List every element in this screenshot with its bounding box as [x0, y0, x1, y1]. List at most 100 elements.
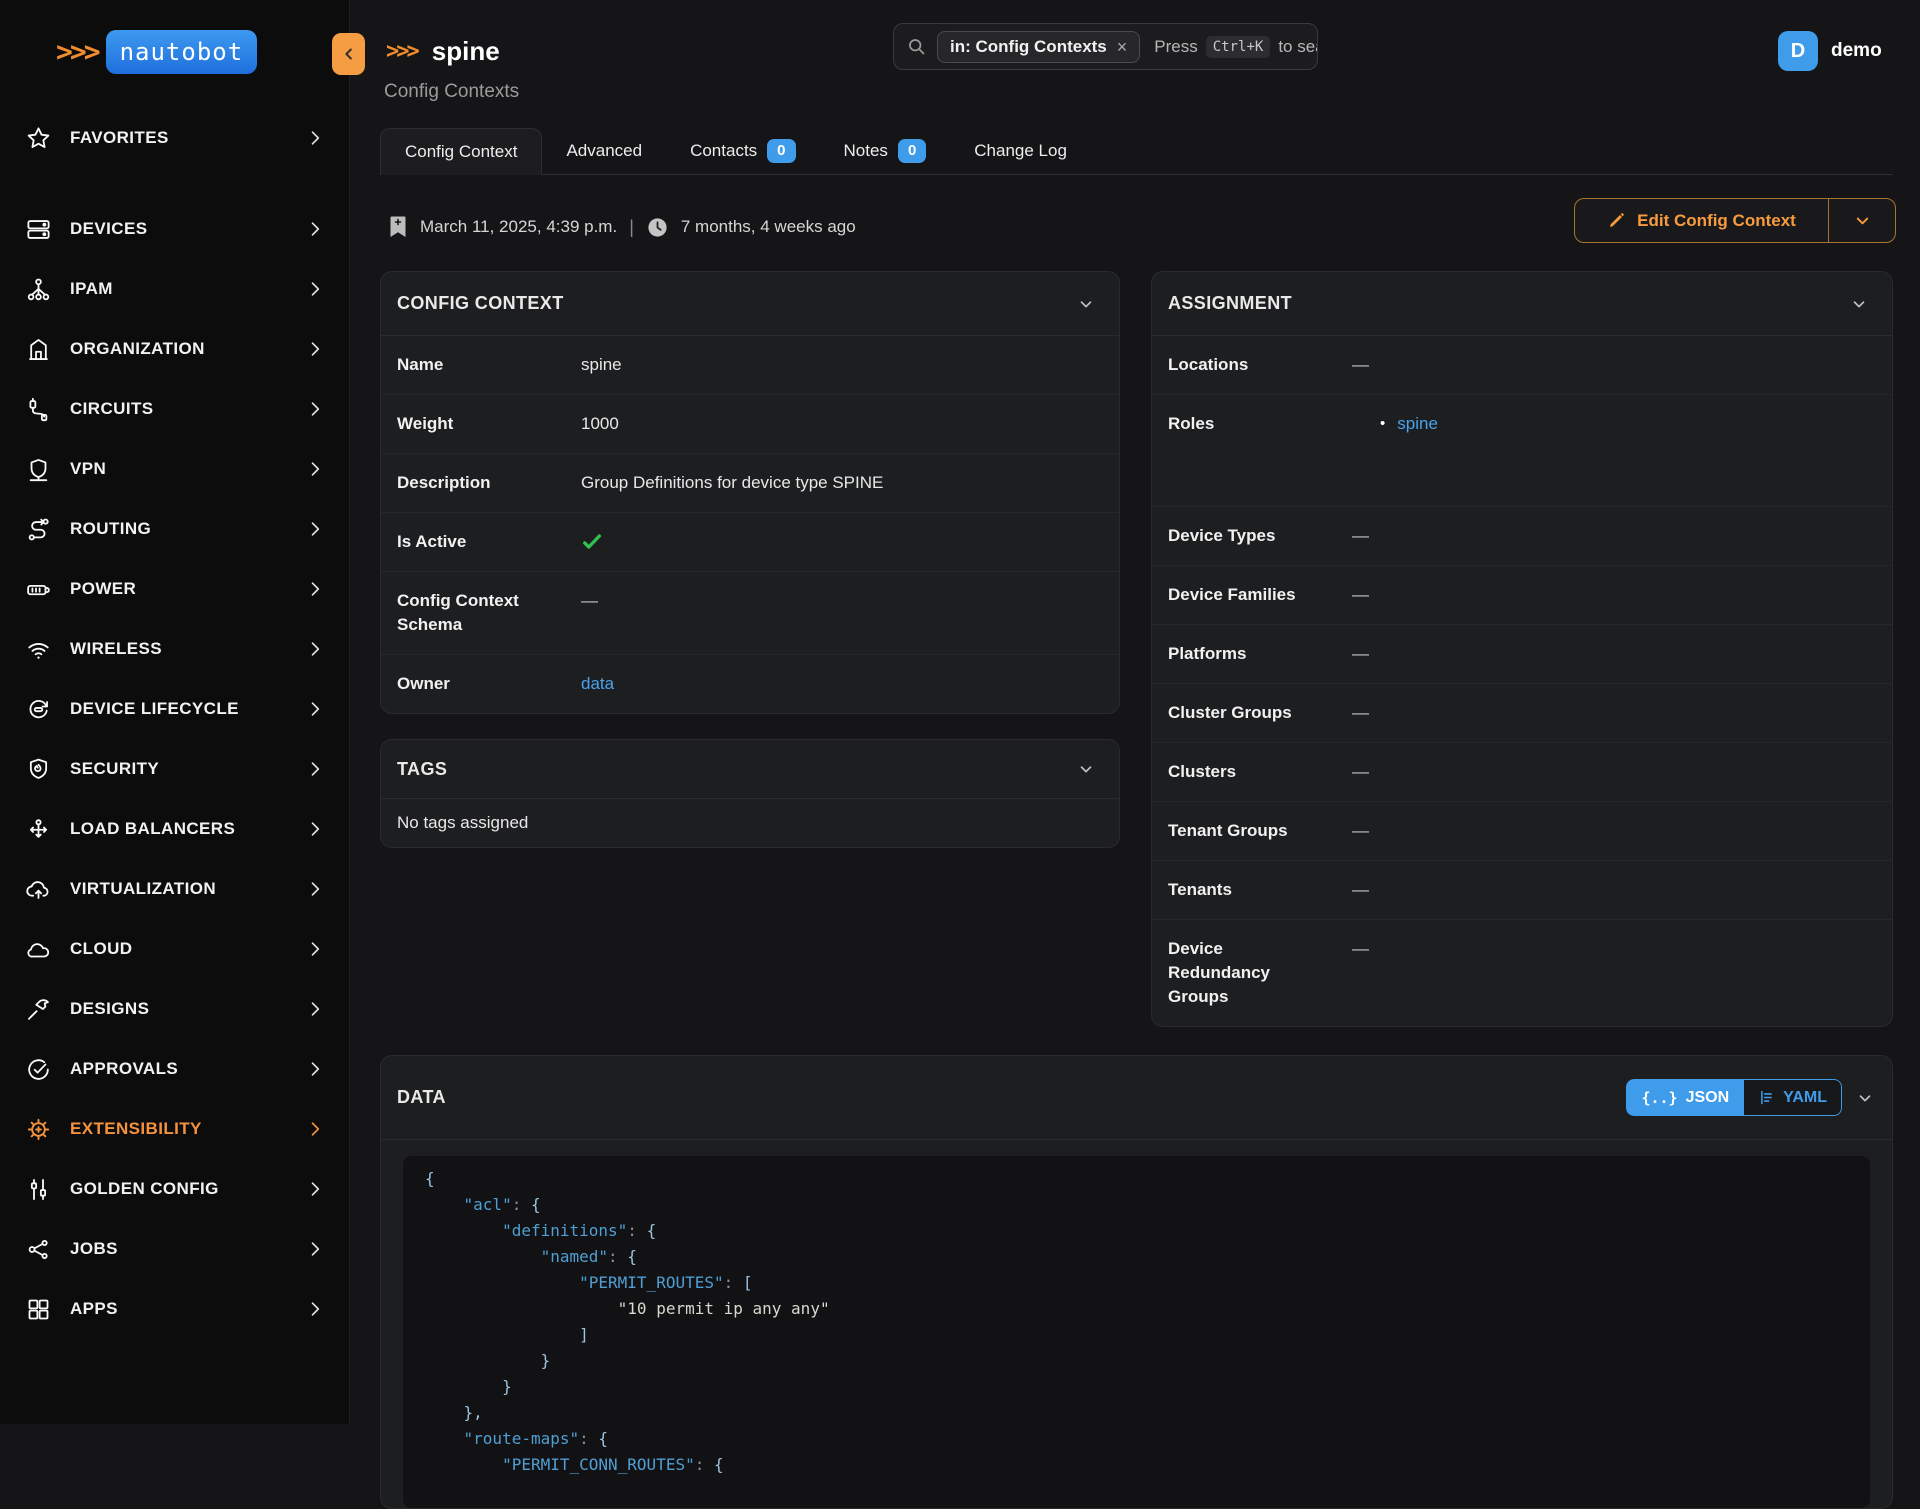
- sidebar-item-devices[interactable]: DEVICES: [0, 199, 349, 259]
- sidebar-item-jobs[interactable]: JOBS: [0, 1219, 349, 1279]
- sidebar-item-routing[interactable]: ROUTING: [0, 499, 349, 559]
- sidebar-item-designs[interactable]: DESIGNS: [0, 979, 349, 1039]
- panel-title: ASSIGNMENT: [1168, 293, 1292, 314]
- shield-flame-icon: [25, 756, 52, 783]
- wifi-icon: [25, 636, 52, 663]
- grid-icon: [25, 1296, 52, 1323]
- field-label: Locations: [1168, 353, 1352, 377]
- sidebar-collapse-button[interactable]: [332, 33, 365, 75]
- field-value: —: [1352, 701, 1369, 725]
- sidebar-item-load-balancers[interactable]: LOAD BALANCERS: [0, 799, 349, 859]
- chevron-right-icon: [305, 699, 325, 719]
- edit-dropdown-toggle[interactable]: [1828, 199, 1895, 242]
- field-value: —: [1352, 878, 1369, 902]
- sidebar-item-label: DESIGNS: [70, 999, 149, 1019]
- code-line: "route-maps": {: [425, 1426, 1870, 1452]
- sidebar-item-power[interactable]: POWER: [0, 559, 349, 619]
- chevron-left-icon: [340, 45, 358, 63]
- sidebar-item-circuits[interactable]: CIRCUITS: [0, 379, 349, 439]
- pencil-icon: [1607, 211, 1626, 230]
- chevron-down-icon[interactable]: [1077, 760, 1095, 778]
- sidebar-item-label: LOAD BALANCERS: [70, 819, 235, 839]
- chevron-right-icon: [305, 819, 325, 839]
- tab-change-log[interactable]: Change Log: [950, 128, 1091, 174]
- sidebar-item-cloud[interactable]: CLOUD: [0, 919, 349, 979]
- shield-network-icon: [25, 456, 52, 483]
- nodes-icon: [25, 1236, 52, 1263]
- field-row-is-active: Is Active: [381, 513, 1119, 572]
- field-label: Device Families: [1168, 583, 1352, 607]
- field-row-clusters: Clusters —: [1152, 743, 1892, 802]
- chevron-right-icon: [305, 1059, 325, 1079]
- sidebar-item-extensibility[interactable]: EXTENSIBILITY: [0, 1099, 349, 1159]
- search-filter-label: in: Config Contexts: [950, 37, 1107, 57]
- role-link[interactable]: spine: [1397, 412, 1438, 436]
- field-row-description: Description Group Definitions for device…: [381, 454, 1119, 513]
- field-label: Owner: [397, 672, 581, 696]
- chip-close-icon[interactable]: ×: [1117, 38, 1128, 56]
- owner-link[interactable]: data: [581, 674, 614, 693]
- network-tree-icon: [25, 276, 52, 303]
- sidebar-item-label: WIRELESS: [70, 639, 162, 659]
- code-line: "PERMIT_ROUTES": [: [425, 1270, 1870, 1296]
- panel-title: TAGS: [397, 759, 447, 780]
- sidebar-item-wireless[interactable]: WIRELESS: [0, 619, 349, 679]
- field-label: Tenants: [1168, 878, 1352, 902]
- sidebar-nav: FAVORITES DEVICES IPAM ORGANIZATION CIRC…: [0, 108, 349, 1339]
- created-date: March 11, 2025, 4:39 p.m.: [420, 217, 617, 237]
- field-value: —: [1352, 524, 1369, 548]
- field-value: —: [1352, 583, 1369, 607]
- sidebar-item-golden-config[interactable]: GOLDEN CONFIG: [0, 1159, 349, 1219]
- field-row-owner: Owner data: [381, 655, 1119, 713]
- config-context-panel: CONFIG CONTEXT Name spine Weight 1000 De…: [380, 271, 1120, 714]
- sidebar-item-favorites[interactable]: FAVORITES: [0, 108, 349, 168]
- global-search-input[interactable]: in: Config Contexts × Press Ctrl+K to se…: [893, 23, 1318, 70]
- chevron-right-icon: [305, 279, 325, 299]
- tab-label: Advanced: [566, 141, 642, 161]
- sidebar-item-approvals[interactable]: APPROVALS: [0, 1039, 349, 1099]
- sidebar-item-label: ORGANIZATION: [70, 339, 205, 359]
- sidebar-item-label: GOLDEN CONFIG: [70, 1179, 219, 1199]
- code-line: {: [425, 1166, 1870, 1192]
- sidebar-item-label: VIRTUALIZATION: [70, 879, 216, 899]
- sidebar-item-organization[interactable]: ORGANIZATION: [0, 319, 349, 379]
- tab-notes[interactable]: Notes0: [820, 128, 951, 174]
- sidebar-item-label: EXTENSIBILITY: [70, 1119, 202, 1139]
- chevron-down-icon[interactable]: [1850, 295, 1868, 313]
- breadcrumb-parent[interactable]: Config Contexts: [384, 81, 519, 103]
- field-label: Platforms: [1168, 642, 1352, 666]
- yaml-format-button[interactable]: YAML: [1744, 1079, 1842, 1116]
- meta-separator: |: [629, 217, 634, 238]
- sidebar-item-security[interactable]: SECURITY: [0, 739, 349, 799]
- json-format-button[interactable]: {..} JSON: [1626, 1079, 1744, 1116]
- sidebar-item-apps[interactable]: APPS: [0, 1279, 349, 1339]
- sidebar-item-vpn[interactable]: VPN: [0, 439, 349, 499]
- lifecycle-icon: [25, 696, 52, 723]
- tab-config-context[interactable]: Config Context: [380, 128, 542, 175]
- sidebar-item-device-lifecycle[interactable]: DEVICE LIFECYCLE: [0, 679, 349, 739]
- user-menu[interactable]: D demo: [1778, 31, 1882, 71]
- field-row-device-types: Device Types —: [1152, 507, 1892, 566]
- notes-count-badge: 0: [898, 139, 926, 163]
- chevron-right-icon: [305, 1179, 325, 1199]
- tab-advanced[interactable]: Advanced: [542, 128, 666, 174]
- code-line: "definitions": {: [425, 1218, 1870, 1244]
- field-value: —: [1352, 937, 1369, 1009]
- main-content: CONFIG CONTEXT Name spine Weight 1000 De…: [380, 271, 1893, 1509]
- chevron-down-icon[interactable]: [1077, 295, 1095, 313]
- code-line: "PERMIT_CONN_ROUTES": {: [425, 1452, 1870, 1478]
- cloud-upload-icon: [25, 876, 52, 903]
- code-line: },: [425, 1400, 1870, 1426]
- field-label: Is Active: [397, 530, 581, 554]
- sidebar-item-ipam[interactable]: IPAM: [0, 259, 349, 319]
- tab-contacts[interactable]: Contacts0: [666, 128, 819, 174]
- sidebar-item-virtualization[interactable]: VIRTUALIZATION: [0, 859, 349, 919]
- search-filter-chip[interactable]: in: Config Contexts ×: [937, 31, 1140, 63]
- edit-button-label: Edit Config Context: [1637, 211, 1796, 231]
- edit-config-context-button[interactable]: Edit Config Context: [1575, 199, 1828, 242]
- nautobot-logo[interactable]: >>> nautobot: [56, 30, 349, 74]
- chevron-down-icon[interactable]: [1856, 1089, 1874, 1107]
- sidebar-item-label: POWER: [70, 579, 136, 599]
- battery-icon: [25, 576, 52, 603]
- contacts-count-badge: 0: [767, 139, 795, 163]
